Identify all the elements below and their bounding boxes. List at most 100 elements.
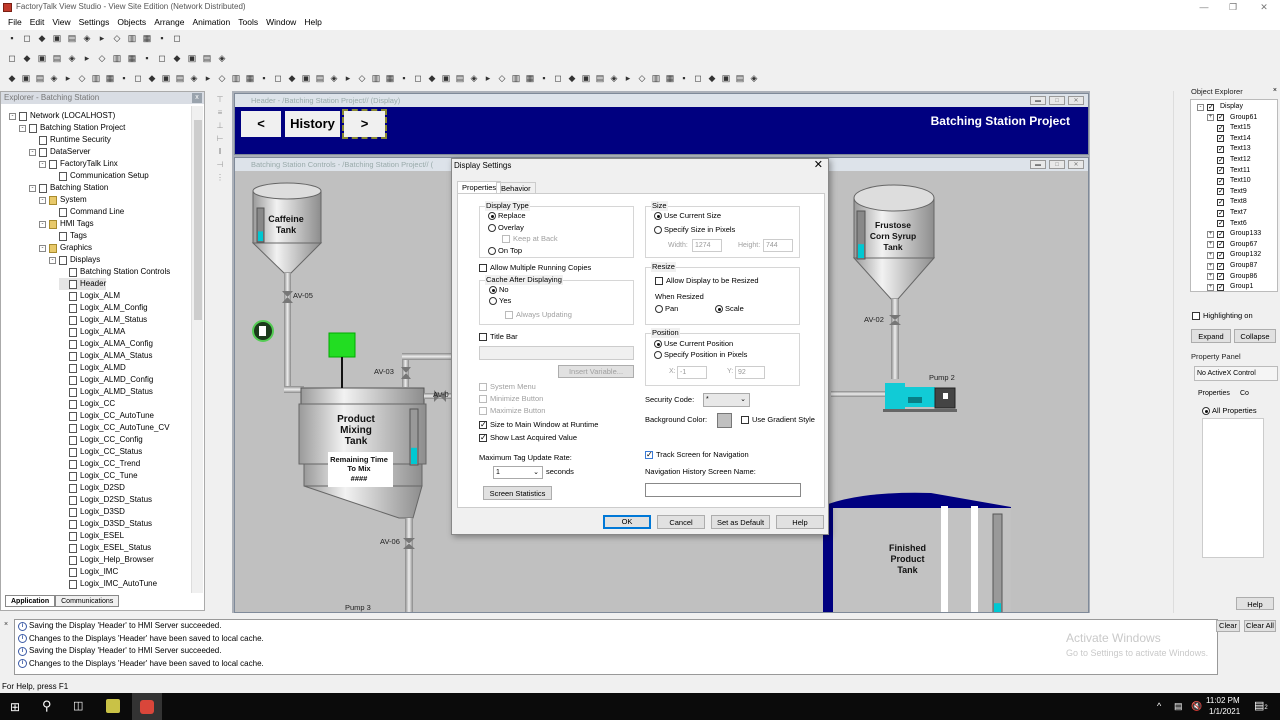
undo-icon[interactable]: ▸ bbox=[81, 52, 93, 64]
tree-item[interactable]: Command Line bbox=[49, 206, 124, 218]
alarm-icon[interactable]: ◈ bbox=[328, 72, 340, 84]
checkbox-icon[interactable]: ✓ bbox=[1217, 262, 1224, 270]
width-input[interactable]: 1274 bbox=[692, 239, 722, 252]
checkbox-icon[interactable]: ✓ bbox=[1217, 156, 1224, 164]
radio-cache-yes[interactable]: Yes bbox=[489, 296, 511, 306]
checkbox-allow-resize[interactable]: Allow Display to be Resized bbox=[655, 276, 759, 286]
copy-icon[interactable]: ▤ bbox=[51, 52, 63, 64]
background-color-swatch[interactable] bbox=[717, 413, 732, 428]
checkbox-icon[interactable]: ✓ bbox=[1217, 251, 1224, 259]
object-item[interactable]: + ✓ Group61 bbox=[1207, 113, 1257, 123]
checkbox-icon[interactable]: ✓ bbox=[1217, 135, 1224, 143]
radio-specify-position[interactable]: Specify Position in Pixels bbox=[654, 350, 747, 360]
tree-item[interactable]: Logix_ESEL bbox=[59, 530, 124, 542]
scale-icon[interactable]: ▣ bbox=[300, 72, 312, 84]
menu-view[interactable]: View bbox=[48, 14, 74, 30]
pencil-icon[interactable]: ◈ bbox=[748, 72, 760, 84]
tree-item[interactable]: - Graphics bbox=[39, 242, 92, 254]
help-button[interactable]: Help bbox=[776, 515, 824, 529]
tree-item[interactable]: - DataServer bbox=[29, 146, 90, 158]
checkbox-icon[interactable]: ✓ bbox=[1217, 209, 1224, 217]
object-item[interactable]: + ✓ Group87 bbox=[1207, 261, 1257, 271]
expand-toggle-icon[interactable]: + bbox=[1207, 273, 1214, 281]
back-icon[interactable]: ▤ bbox=[201, 52, 213, 64]
select-icon[interactable]: ◆ bbox=[21, 52, 33, 64]
slider-icon[interactable]: ◆ bbox=[286, 72, 298, 84]
align-right-icon[interactable]: ⊣ bbox=[217, 160, 224, 169]
numeric-display-icon[interactable]: ◇ bbox=[216, 72, 228, 84]
collapse-toggle-icon[interactable]: - bbox=[39, 220, 46, 228]
property-help-button[interactable]: Help bbox=[1236, 597, 1274, 610]
mdi-minimize-button[interactable]: ▬ bbox=[1030, 160, 1046, 169]
history-button[interactable]: History bbox=[285, 111, 340, 137]
checkbox-icon[interactable]: ✓ bbox=[1217, 230, 1224, 238]
windows-start-icon[interactable]: ⊞ bbox=[10, 700, 20, 714]
tree-item[interactable]: Logix_ALMA_Config bbox=[59, 338, 153, 350]
object-item[interactable]: ✓ Text14 bbox=[1207, 134, 1251, 144]
line-icon[interactable]: ◻ bbox=[132, 72, 144, 84]
collapse-toggle-icon[interactable]: - bbox=[9, 112, 16, 120]
collapse-toggle-icon[interactable]: - bbox=[39, 244, 46, 252]
save-icon[interactable]: ◻ bbox=[21, 32, 33, 44]
freehand-icon[interactable]: ◈ bbox=[48, 72, 60, 84]
down-icon[interactable]: ◈ bbox=[468, 72, 480, 84]
tab-communications[interactable]: Communications bbox=[55, 595, 120, 607]
grid-icon[interactable]: ◈ bbox=[216, 52, 228, 64]
select-icon[interactable]: ◆ bbox=[6, 72, 18, 84]
tree-item[interactable]: Logix_IMC_AutoTune bbox=[59, 578, 157, 590]
interlock-icon[interactable]: ▣ bbox=[720, 72, 732, 84]
gauge-icon[interactable]: ▪ bbox=[258, 72, 270, 84]
tree-item[interactable]: Logix_ALMD_Status bbox=[59, 386, 153, 398]
test-icon[interactable]: ▪ bbox=[156, 32, 168, 44]
multistate-icon[interactable]: ◆ bbox=[706, 72, 718, 84]
collapse-toggle-icon[interactable]: - bbox=[39, 196, 46, 204]
radio-on-top[interactable]: On Top bbox=[488, 246, 522, 256]
clock-date[interactable]: 1/1/2021 bbox=[1209, 707, 1240, 716]
print-icon[interactable]: ◆ bbox=[36, 32, 48, 44]
radio-use-current-size[interactable]: Use Current Size bbox=[654, 211, 721, 221]
scroll-thumb[interactable] bbox=[194, 120, 202, 320]
tree-item[interactable]: Logix_ESEL_Status bbox=[59, 542, 151, 554]
search-icon[interactable]: ⚲ bbox=[42, 698, 52, 714]
collapse-toggle-icon[interactable]: - bbox=[49, 256, 56, 264]
zoom-out-icon[interactable]: ◆ bbox=[171, 52, 183, 64]
log-entry[interactable]: i Changes to the Displays 'Header' have b… bbox=[15, 658, 1217, 671]
tree-item[interactable]: Logix_D2SD_Status bbox=[59, 494, 152, 506]
front-icon[interactable]: ▣ bbox=[186, 52, 198, 64]
graph-icon[interactable]: ◻ bbox=[272, 72, 284, 84]
checkbox-icon[interactable]: ✓ bbox=[1207, 103, 1214, 111]
list-icon[interactable]: ▸ bbox=[342, 72, 354, 84]
checkbox-highlighting[interactable]: Highlighting on bbox=[1192, 311, 1253, 321]
workspace-scrollbar[interactable] bbox=[1173, 91, 1185, 613]
object-item[interactable]: ✓ Text13 bbox=[1207, 144, 1251, 154]
radio-replace[interactable]: Replace bbox=[488, 211, 526, 221]
checkbox-system-menu[interactable]: System Menu bbox=[479, 382, 536, 392]
symbol-icon[interactable]: ▥ bbox=[650, 72, 662, 84]
tag-icon[interactable]: ▤ bbox=[734, 72, 746, 84]
ack-icon[interactable]: ◆ bbox=[566, 72, 578, 84]
button-icon[interactable]: ▸ bbox=[202, 72, 214, 84]
checkbox-icon[interactable]: ✓ bbox=[1217, 283, 1224, 291]
checkbox-icon[interactable]: ✓ bbox=[1217, 145, 1224, 153]
tree-item[interactable]: - HMI Tags bbox=[39, 218, 94, 230]
object-item[interactable]: ✓ Text15 bbox=[1207, 123, 1251, 133]
checkbox-icon[interactable]: ✓ bbox=[1217, 177, 1224, 185]
align-center-icon[interactable]: ‖ bbox=[218, 147, 221, 156]
tree-item[interactable]: Tags bbox=[49, 230, 87, 242]
tree-item[interactable]: Logix_ALM bbox=[59, 290, 120, 302]
checkbox-always-updating[interactable]: Always Updating bbox=[505, 310, 572, 320]
clock-time[interactable]: 11:02 PM bbox=[1206, 696, 1240, 705]
tree-item[interactable]: Logix_ALMA_Status bbox=[59, 350, 153, 362]
tree-item[interactable]: Logix_ALMD_Config bbox=[59, 374, 153, 386]
tree-item[interactable]: Logix_IMC bbox=[59, 566, 118, 578]
checkbox-icon[interactable]: ✓ bbox=[1217, 188, 1224, 196]
menu-file[interactable]: File bbox=[4, 14, 26, 30]
cancel-button[interactable]: Cancel bbox=[657, 515, 705, 529]
tree-item[interactable]: Logix_CC_Config bbox=[59, 434, 143, 446]
checkbox-allow-multiple[interactable]: Allow Multiple Running Copies bbox=[479, 263, 591, 273]
menu-arrange[interactable]: Arrange bbox=[150, 14, 188, 30]
reset-icon[interactable]: ▤ bbox=[594, 72, 606, 84]
height-input[interactable]: 744 bbox=[763, 239, 793, 252]
log-entry[interactable]: i Saving the Display 'Header' to HMI Serv… bbox=[15, 645, 1217, 658]
arrow-left-icon[interactable]: ◇ bbox=[356, 72, 368, 84]
